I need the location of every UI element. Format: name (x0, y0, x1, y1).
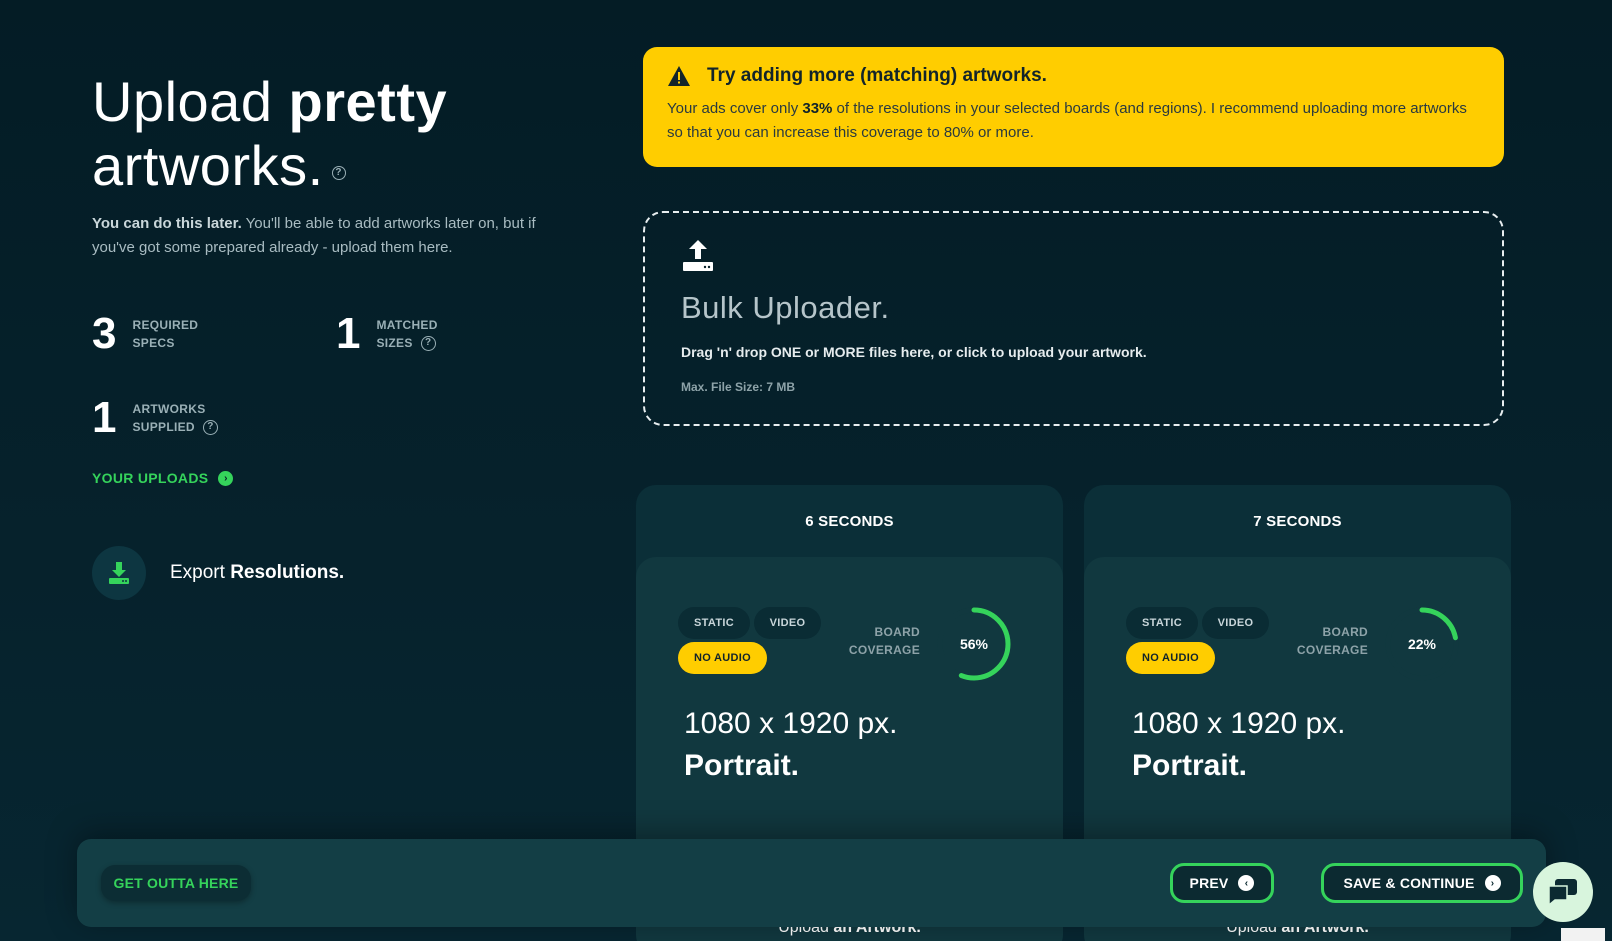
tag-video: VIDEO (1202, 607, 1269, 639)
coverage-percent: 56% (959, 636, 989, 652)
stat-number: 3 (92, 309, 117, 358)
card-resolution: 1080 x 1920 px. (684, 707, 898, 740)
title-part-2: pretty (288, 70, 448, 133)
stat-label: REQUIRED SPECS (132, 316, 198, 352)
chevron-right-icon: › (1484, 875, 1501, 891)
uploader-title: Bulk Uploader. (681, 290, 890, 325)
coverage-label-line1: BOARD (1322, 625, 1368, 639)
left-panel: Upload pretty artworks.? You can do this… (92, 70, 552, 260)
stat-label-line2: SUPPLIED (132, 420, 195, 434)
stat-artworks-supplied: 1 ARTWORKS SUPPLIED? (92, 396, 218, 440)
alert-coverage-percent: 33% (802, 100, 833, 117)
tag-static: STATIC (678, 607, 750, 639)
stat-label-line2: SIZES (376, 336, 413, 350)
card-title: 6 SECONDS (805, 512, 894, 530)
subtitle-bold: You can do this later. (92, 215, 242, 232)
stat-label-line2: SPECS (132, 336, 175, 350)
stat-label: ARTWORKS SUPPLIED? (132, 400, 218, 436)
tag-static: STATIC (1126, 607, 1198, 639)
title-part-3: artworks. (92, 134, 324, 197)
alert-body: Your ads cover only 33% of the resolutio… (667, 97, 1480, 145)
tag-no-audio: NO AUDIO (678, 642, 767, 674)
uploader-instructions: Drag 'n' drop ONE or MORE files here, or… (681, 344, 1147, 360)
page-subtitle: You can do this later. You'll be able to… (92, 212, 552, 260)
your-uploads-link[interactable]: YOUR UPLOADS › (92, 470, 234, 486)
title-part-1: Upload (92, 70, 289, 133)
stat-label-line1: ARTWORKS (132, 402, 206, 416)
uploader-max-size: Max. File Size: 7 MB (681, 380, 796, 394)
coverage-label-line2: COVERAGE (1296, 643, 1368, 657)
card-resolution: 1080 x 1920 px. (1132, 707, 1346, 740)
card-title: 7 SECONDS (1253, 512, 1342, 530)
save-continue-button[interactable]: SAVE & CONTINUE › (1321, 863, 1523, 903)
coverage-label-line2: COVERAGE (848, 643, 920, 657)
help-icon[interactable]: ? (331, 166, 346, 180)
stat-label: MATCHED SIZES? (376, 316, 437, 352)
help-icon[interactable]: ? (420, 336, 436, 352)
stat-number: 1 (92, 393, 117, 442)
stat-required-specs: 3 REQUIRED SPECS (92, 312, 198, 356)
tag-video: VIDEO (754, 607, 821, 639)
tag-no-audio: NO AUDIO (1126, 642, 1215, 674)
warning-icon (668, 66, 690, 86)
stat-matched-sizes: 1 MATCHED SIZES? (336, 312, 438, 356)
alert-title: Try adding more (matching) artworks. (707, 65, 1047, 86)
board-coverage-label: BOARD COVERAGE (836, 623, 920, 659)
stat-label-line1: MATCHED (376, 318, 438, 332)
export-text: Export (170, 562, 231, 583)
upload-icon (683, 240, 713, 271)
chat-button[interactable] (1533, 862, 1593, 922)
bulk-uploader-dropzone[interactable]: Bulk Uploader. Drag 'n' drop ONE or MORE… (643, 211, 1504, 426)
footer-bar: GET OUTTA HERE PREV ‹ SAVE & CONTINUE › (77, 839, 1546, 927)
page-title: Upload pretty artworks.? (92, 70, 552, 198)
board-coverage-label: BOARD COVERAGE (1284, 623, 1368, 659)
download-icon (92, 546, 146, 600)
stat-label-line1: REQUIRED (132, 318, 199, 332)
save-label: SAVE & CONTINUE (1343, 875, 1475, 891)
prev-label: PREV (1189, 875, 1229, 891)
export-label: Export Resolutions. (170, 562, 344, 584)
help-icon[interactable]: ? (202, 420, 218, 436)
card-orientation: Portrait. (684, 749, 800, 782)
corner-widget (1561, 928, 1605, 941)
export-resolutions-button[interactable]: Export Resolutions. (92, 546, 344, 600)
chevron-right-icon: › (218, 470, 234, 486)
exit-label: GET OUTTA HERE (113, 875, 239, 891)
prev-button[interactable]: PREV ‹ (1170, 863, 1274, 903)
coverage-label-line1: BOARD (874, 625, 920, 639)
export-text-bold: Resolutions. (230, 562, 345, 583)
chat-icon (1548, 879, 1577, 907)
get-outta-here-button[interactable]: GET OUTTA HERE (101, 865, 251, 901)
coverage-warning-alert: Try adding more (matching) artworks. You… (643, 47, 1504, 167)
stat-number: 1 (336, 309, 361, 358)
chevron-left-icon: ‹ (1238, 875, 1255, 891)
coverage-percent: 22% (1407, 636, 1437, 652)
alert-text: Your ads cover only (667, 100, 803, 117)
your-uploads-label: YOUR UPLOADS (92, 470, 209, 486)
card-orientation: Portrait. (1132, 749, 1248, 782)
